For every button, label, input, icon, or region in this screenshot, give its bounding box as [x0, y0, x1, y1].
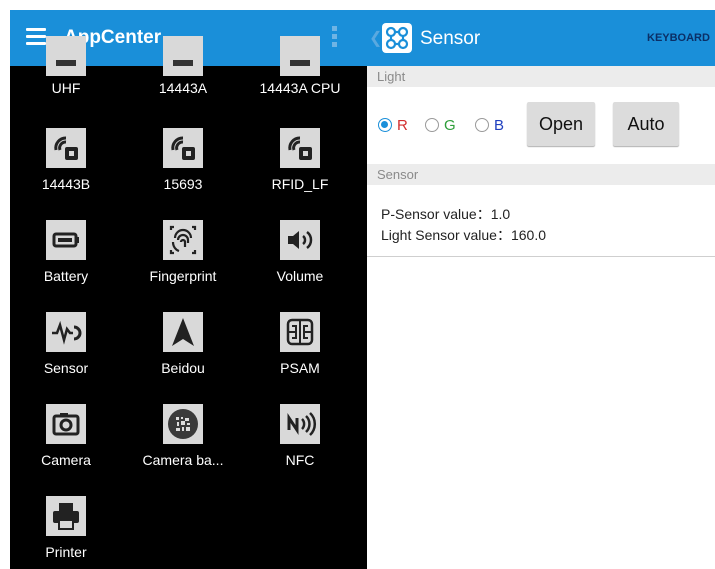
open-button[interactable]: Open — [527, 102, 595, 146]
14443a-icon — [163, 36, 203, 76]
auto-button[interactable]: Auto — [613, 102, 679, 146]
app-label: Printer — [45, 544, 87, 560]
app-14443a-cpu[interactable]: 14443A CPU — [250, 36, 350, 106]
radio-r-label[interactable]: R — [397, 117, 408, 134]
light-section-header: Light — [367, 66, 715, 87]
app-14443b[interactable]: 14443B — [16, 120, 116, 212]
light-sensor-value: Light Sensor value：160.0 — [381, 227, 546, 243]
app-camera[interactable]: Camera — [16, 396, 116, 488]
app-beidou[interactable]: Beidou — [133, 304, 233, 396]
camera-icon — [46, 404, 86, 444]
battery-icon — [46, 220, 86, 260]
radio-b-label[interactable]: B — [494, 117, 504, 134]
app-label: 14443A — [158, 80, 208, 96]
app-rfid-lf[interactable]: RFID_LF — [250, 120, 350, 212]
app-nfc[interactable]: NFC — [250, 396, 350, 488]
app-15693[interactable]: 15693 — [133, 120, 233, 212]
app-psam[interactable]: PSAM — [250, 304, 350, 396]
app-uhf[interactable]: UHF — [16, 36, 116, 106]
nfc-icon — [280, 404, 320, 444]
app-label: Battery — [43, 268, 89, 284]
sensor-app-logo-icon — [382, 23, 412, 53]
app-label: 14443B — [41, 176, 91, 192]
app-label: PSAM — [280, 360, 320, 376]
app-label: Sensor — [43, 360, 89, 376]
app-label: Beidou — [161, 360, 205, 376]
app-label: NFC — [285, 452, 315, 468]
barcode-scan-icon — [163, 404, 203, 444]
app-label: 14443A CPU — [259, 80, 341, 96]
sensor-section-header: Sensor — [367, 164, 715, 185]
app-battery[interactable]: Battery — [16, 212, 116, 304]
uhf-icon — [46, 36, 86, 76]
sensor-toolbar: ❮ Sensor KEYBOARD — [367, 10, 715, 66]
radio-g-label[interactable]: G — [444, 117, 456, 134]
card-reader-icon — [46, 128, 86, 168]
app-camera-barcode[interactable]: Camera ba... — [133, 396, 233, 488]
app-label: Fingerprint — [149, 268, 217, 284]
overflow-menu-icon[interactable] — [332, 26, 338, 52]
14443a-cpu-icon — [280, 36, 320, 76]
app-fingerprint[interactable]: Fingerprint — [133, 212, 233, 304]
back-chevron-icon[interactable]: ❮ — [369, 28, 382, 48]
radio-r[interactable] — [378, 118, 392, 132]
hamburger-menu-icon[interactable] — [26, 28, 46, 46]
app-sensor[interactable]: Sensor — [16, 304, 116, 396]
app-label: Camera ba... — [142, 452, 224, 468]
sensor-title: Sensor — [420, 28, 481, 49]
app-volume[interactable]: Volume — [250, 212, 350, 304]
sensor-app-pane: ❮ Sensor KEYBOARD Light R G B Open Auto … — [367, 10, 715, 569]
app-center-pane: AppCenter UHF 14443A 14443A CPU 14443B 1… — [10, 10, 367, 569]
psam-chip-icon — [280, 312, 320, 352]
sensor-icon — [46, 312, 86, 352]
app-printer[interactable]: Printer — [16, 488, 116, 569]
app-14443a[interactable]: 14443A — [133, 36, 233, 106]
app-label: 15693 — [163, 176, 203, 192]
navigation-arrow-icon — [163, 312, 203, 352]
radio-b[interactable] — [475, 118, 489, 132]
fingerprint-icon — [163, 220, 203, 260]
card-reader-icon — [163, 128, 203, 168]
volume-icon — [280, 220, 320, 260]
app-label: Camera — [41, 452, 91, 468]
app-label: RFID_LF — [271, 176, 329, 192]
app-label: UHF — [51, 80, 81, 96]
card-reader-icon — [280, 128, 320, 168]
section-divider — [367, 256, 715, 257]
p-sensor-value: P-Sensor value：1.0 — [381, 206, 511, 222]
light-controls: R G B Open Auto — [367, 87, 715, 161]
keyboard-button[interactable]: KEYBOARD — [647, 32, 710, 44]
radio-g[interactable] — [425, 118, 439, 132]
app-label: Volume — [276, 268, 324, 284]
printer-icon — [46, 496, 86, 536]
